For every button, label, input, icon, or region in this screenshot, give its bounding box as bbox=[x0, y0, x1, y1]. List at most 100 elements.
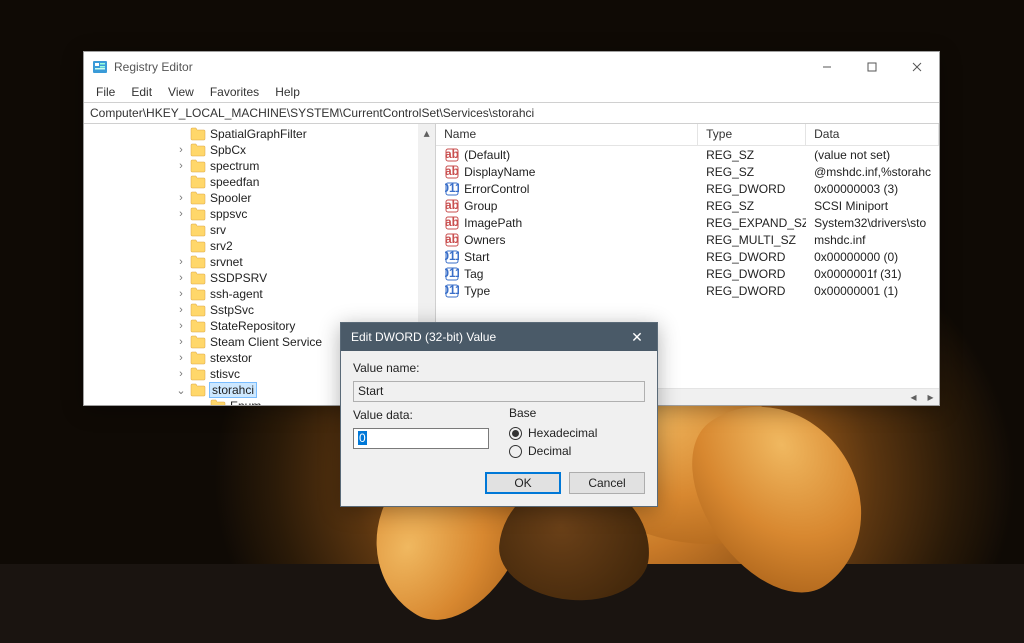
value-name: Tag bbox=[464, 267, 483, 281]
menu-view[interactable]: View bbox=[162, 83, 200, 101]
menu-edit[interactable]: Edit bbox=[125, 83, 158, 101]
address-bar[interactable]: Computer\HKEY_LOCAL_MACHINE\SYSTEM\Curre… bbox=[84, 102, 939, 124]
svg-text:011: 011 bbox=[445, 267, 459, 280]
scroll-up-icon[interactable]: ▴ bbox=[418, 124, 435, 141]
value-name: Group bbox=[464, 199, 497, 213]
tree-item-label: stisvc bbox=[210, 367, 240, 381]
tree-item[interactable]: ›srvnet bbox=[84, 254, 435, 270]
chevron-right-icon[interactable]: › bbox=[174, 144, 188, 156]
folder-icon bbox=[190, 191, 206, 205]
chevron-right-icon[interactable]: › bbox=[174, 272, 188, 284]
value-name-field[interactable]: Start bbox=[353, 381, 645, 402]
radio-hex-icon bbox=[509, 427, 522, 440]
value-row[interactable]: ab(Default)REG_SZ(value not set) bbox=[436, 146, 939, 163]
value-row[interactable]: abOwnersREG_MULTI_SZmshdc.inf bbox=[436, 231, 939, 248]
value-name: ErrorControl bbox=[464, 182, 529, 196]
radio-dec-label: Decimal bbox=[528, 444, 571, 458]
chevron-right-icon[interactable]: › bbox=[174, 368, 188, 380]
menubar: File Edit View Favorites Help bbox=[84, 82, 939, 102]
scroll-left-icon[interactable]: ◂ bbox=[905, 389, 922, 406]
col-header-name[interactable]: Name bbox=[436, 124, 698, 145]
col-header-type[interactable]: Type bbox=[698, 124, 806, 145]
value-data: 0x00000003 (3) bbox=[806, 182, 939, 196]
tree-item-label: SpatialGraphFilter bbox=[210, 127, 307, 141]
chevron-right-icon[interactable]: › bbox=[174, 160, 188, 172]
tree-item[interactable]: ›srv2 bbox=[84, 238, 435, 254]
dialog-titlebar[interactable]: Edit DWORD (32-bit) Value ✕ bbox=[341, 323, 657, 351]
col-header-data[interactable]: Data bbox=[806, 124, 939, 145]
radio-dec[interactable]: Decimal bbox=[509, 442, 645, 460]
value-name: Type bbox=[464, 284, 490, 298]
ok-button[interactable]: OK bbox=[485, 472, 561, 494]
values-header: Name Type Data bbox=[436, 124, 939, 146]
tree-item-label: SpbCx bbox=[210, 143, 246, 157]
folder-icon bbox=[190, 239, 206, 253]
folder-icon bbox=[190, 367, 206, 381]
value-row[interactable]: 011ErrorControlREG_DWORD0x00000003 (3) bbox=[436, 180, 939, 197]
menu-favorites[interactable]: Favorites bbox=[204, 83, 265, 101]
cancel-button[interactable]: Cancel bbox=[569, 472, 645, 494]
value-row[interactable]: 011TagREG_DWORD0x0000001f (31) bbox=[436, 265, 939, 282]
folder-icon bbox=[190, 143, 206, 157]
chevron-right-icon[interactable]: › bbox=[174, 304, 188, 316]
chevron-right-icon[interactable]: › bbox=[174, 352, 188, 364]
chevron-right-icon[interactable]: › bbox=[174, 288, 188, 300]
tree-item[interactable]: › SpbCx bbox=[84, 142, 435, 158]
value-data: SCSI Miniport bbox=[806, 199, 939, 213]
tree-item-label: sppsvc bbox=[210, 207, 247, 221]
tree-item[interactable]: ›ssh-agent bbox=[84, 286, 435, 302]
maximize-button[interactable] bbox=[849, 52, 894, 82]
string-value-icon: ab bbox=[444, 147, 460, 163]
value-data: 0x0000001f (31) bbox=[806, 267, 939, 281]
tree-item[interactable]: ›Spooler bbox=[84, 190, 435, 206]
dialog-title: Edit DWORD (32-bit) Value bbox=[351, 330, 627, 344]
value-row[interactable]: 011TypeREG_DWORD0x00000001 (1) bbox=[436, 282, 939, 299]
tree-item[interactable]: ›srv bbox=[84, 222, 435, 238]
chevron-right-icon[interactable]: › bbox=[174, 320, 188, 332]
value-data-field[interactable]: 0 bbox=[353, 428, 489, 449]
tree-item[interactable]: ›spectrum bbox=[84, 158, 435, 174]
value-data: @mshdc.inf,%storahc bbox=[806, 165, 939, 179]
value-name: Start bbox=[464, 250, 489, 264]
value-row[interactable]: abGroupREG_SZSCSI Miniport bbox=[436, 197, 939, 214]
folder-icon bbox=[210, 399, 226, 405]
value-row[interactable]: abImagePathREG_EXPAND_SZSystem32\drivers… bbox=[436, 214, 939, 231]
scroll-right-icon[interactable]: ▸ bbox=[922, 389, 939, 406]
value-row[interactable]: 011StartREG_DWORD0x00000000 (0) bbox=[436, 248, 939, 265]
tree-item[interactable]: ›SstpSvc bbox=[84, 302, 435, 318]
tree-item[interactable]: ›SpatialGraphFilter bbox=[84, 126, 435, 142]
menu-help[interactable]: Help bbox=[269, 83, 306, 101]
value-type: REG_SZ bbox=[698, 165, 806, 179]
tree-item[interactable]: › SSDPSRV bbox=[84, 270, 435, 286]
folder-icon bbox=[190, 127, 206, 141]
value-name: (Default) bbox=[464, 148, 510, 162]
chevron-right-icon[interactable]: › bbox=[174, 192, 188, 204]
chevron-down-icon[interactable]: ⌄ bbox=[174, 384, 188, 397]
chevron-right-icon[interactable]: › bbox=[174, 336, 188, 348]
chevron-right-icon[interactable]: › bbox=[174, 208, 188, 220]
string-value-icon: ab bbox=[444, 164, 460, 180]
minimize-button[interactable] bbox=[804, 52, 849, 82]
value-name: DisplayName bbox=[464, 165, 535, 179]
radio-hex[interactable]: Hexadecimal bbox=[509, 424, 645, 442]
value-type: REG_MULTI_SZ bbox=[698, 233, 806, 247]
value-name: ImagePath bbox=[464, 216, 522, 230]
svg-text:ab: ab bbox=[445, 165, 459, 178]
folder-icon bbox=[190, 223, 206, 237]
close-button[interactable] bbox=[894, 52, 939, 82]
string-value-icon: ab bbox=[444, 198, 460, 214]
value-row[interactable]: ab DisplayName REG_SZ@mshdc.inf,%storahc bbox=[436, 163, 939, 180]
value-data: System32\drivers\sto bbox=[806, 216, 939, 230]
tree-item-label: SSDPSRV bbox=[210, 271, 267, 285]
chevron-right-icon[interactable]: › bbox=[174, 256, 188, 268]
svg-text:ab: ab bbox=[445, 199, 459, 212]
dialog-close-button[interactable]: ✕ bbox=[627, 329, 647, 346]
menu-file[interactable]: File bbox=[90, 83, 121, 101]
titlebar[interactable]: Registry Editor bbox=[84, 52, 939, 82]
svg-text:ab: ab bbox=[445, 148, 459, 161]
value-data: 0x00000001 (1) bbox=[806, 284, 939, 298]
tree-item[interactable]: ›speedfan bbox=[84, 174, 435, 190]
tree-item[interactable]: › sppsvc bbox=[84, 206, 435, 222]
value-type: REG_DWORD bbox=[698, 284, 806, 298]
value-type: REG_SZ bbox=[698, 148, 806, 162]
